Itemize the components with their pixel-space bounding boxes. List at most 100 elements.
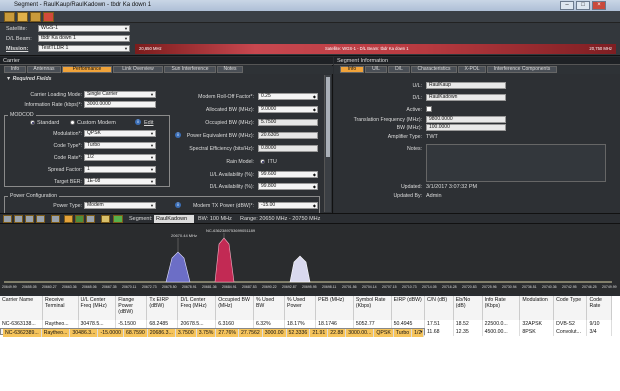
column-header[interactable]: Info Rate (Kbps)	[482, 296, 521, 320]
column-header[interactable]: Eb/No (dB)	[453, 296, 483, 320]
tab-link-overview[interactable]: Link Overview	[113, 66, 163, 73]
zoom-out-icon[interactable]	[14, 215, 23, 223]
carrier-peak-1[interactable]	[165, 251, 191, 283]
settings-icon[interactable]	[51, 215, 60, 223]
peak-label-2: NC-6362389753699051189	[206, 228, 256, 233]
bw-value: 100.0000	[426, 124, 506, 131]
bw-label: BW (MHz):	[396, 125, 422, 131]
column-header[interactable]: Occupied BW (MHz)	[215, 296, 254, 320]
satellite-select[interactable]: WGS-1	[38, 25, 130, 32]
frequency-tick-label: 20681.36	[202, 285, 217, 289]
reset-icon[interactable]	[36, 215, 45, 223]
table-cell: 68.2485	[146, 320, 179, 328]
segment-select[interactable]: RaulKadown	[154, 215, 194, 223]
tab-sun-interference[interactable]: Sun Interference	[164, 66, 216, 73]
tab-performance[interactable]: Performance	[62, 66, 112, 73]
maximize-button[interactable]: □	[576, 1, 590, 10]
allocated-bw-input[interactable]: 9.0000	[258, 106, 318, 113]
table-cell: 32APSK	[519, 320, 555, 328]
zoom-in-icon[interactable]	[3, 215, 12, 223]
band-right-label: 20,750 MHz	[589, 46, 612, 51]
table-cell: 3.75%	[196, 329, 217, 337]
marker-icon[interactable]	[101, 215, 110, 223]
allocated-bw-label: Allocated BW (MHz):	[205, 107, 254, 113]
column-header[interactable]: Modulation	[519, 296, 555, 320]
column-header[interactable]: Flange Power (dBW)	[115, 296, 148, 320]
carrier-peak-3[interactable]	[289, 255, 311, 283]
ul-value: RaulKaup	[426, 82, 506, 89]
frequency-tick-label: 20710.73	[402, 285, 417, 289]
table-cell: NC-6362389...	[3, 329, 42, 337]
dl-beam-select[interactable]: tbdr Ka down 1	[38, 35, 130, 42]
column-header[interactable]: Tx EIRP (dBW)	[146, 296, 179, 320]
tab-dl[interactable]: D/L	[388, 66, 410, 73]
pan-icon[interactable]	[25, 215, 34, 223]
column-header[interactable]: Symbol Rate (Kbps)	[353, 296, 392, 320]
column-header[interactable]: % Used BW	[253, 296, 286, 320]
save-icon[interactable]	[17, 12, 28, 22]
info-rate-label: Information Rate (kbps)*:	[24, 102, 82, 108]
tab-characteristics[interactable]: Characteristics	[411, 66, 457, 73]
column-header[interactable]: PEB (MHz)	[315, 296, 354, 320]
column-header[interactable]: Code Type	[553, 296, 588, 320]
notes-textarea[interactable]	[426, 144, 606, 182]
new-icon[interactable]	[4, 12, 15, 22]
table-cell: -5.1500	[115, 320, 148, 328]
info-rate-input[interactable]: 3000.0000	[84, 101, 156, 108]
spread-factor-select[interactable]: 1	[84, 166, 156, 173]
code-type-select[interactable]: Turbo	[84, 142, 156, 149]
column-header[interactable]: % Used Power	[284, 296, 317, 320]
tab-antennas[interactable]: Antennas	[27, 66, 61, 73]
table-cell: 12.35	[453, 328, 483, 336]
ul-availability-input[interactable]: 99.600	[258, 171, 318, 178]
mission-label: Mission:	[6, 46, 29, 52]
segment-info-panel: Segment Information Info U/L D/L Charact…	[334, 57, 620, 213]
tab-interference-components[interactable]: Interference Components	[487, 66, 557, 73]
power-type-select[interactable]: Modem	[84, 202, 156, 209]
frequency-tick-label: 20707.15	[382, 285, 397, 289]
export-image-icon[interactable]	[113, 215, 123, 223]
table-cell: -15.0000	[97, 329, 124, 337]
table-cell: 3000.00...	[345, 329, 375, 337]
carrier-scrollbar[interactable]	[324, 75, 331, 212]
export-icon[interactable]	[30, 12, 41, 22]
minimize-button[interactable]: –	[560, 1, 574, 10]
rolloff-input[interactable]: 0.25	[258, 93, 318, 100]
loading-mode-select[interactable]: Single Carrier	[84, 91, 156, 98]
column-header[interactable]: C/N (dB)	[424, 296, 454, 320]
column-header[interactable]: D/L Center Freq (MHz)	[177, 296, 217, 320]
itu-radio[interactable]	[260, 159, 265, 164]
table-row[interactable]: NC-6362389... Raytheo... 30486.3... -15.000…	[0, 328, 426, 337]
table-row[interactable]: NC-6363138... Raytheo... 30478.5... -5.1500…	[0, 320, 612, 328]
highlight-icon[interactable]	[64, 215, 73, 223]
active-checkbox[interactable]	[426, 106, 432, 112]
table-cell: 4500.00...	[482, 328, 521, 336]
grid-icon[interactable]	[75, 215, 84, 223]
frequency-tick-label: 20730.94	[502, 285, 517, 289]
custom-modem-radio[interactable]	[70, 120, 75, 125]
tab-notes[interactable]: Notes	[217, 66, 243, 73]
column-header[interactable]: U/L Center Freq (MHz)	[78, 296, 117, 320]
carrier-peak-2[interactable]	[214, 237, 235, 283]
tab-ul[interactable]: U/L	[365, 66, 387, 73]
modem-tx-input[interactable]: -15.00	[258, 202, 318, 209]
tab-info[interactable]: Info	[4, 66, 26, 73]
print-icon[interactable]	[86, 215, 95, 223]
mission-select[interactable]: TestTLDR 1	[38, 45, 130, 52]
code-rate-select[interactable]: 1/2	[84, 154, 156, 161]
column-header[interactable]: Receive Terminal	[42, 296, 79, 320]
frequency-tick-label: 20675.50	[162, 285, 177, 289]
dl-availability-input[interactable]: 99.800	[258, 183, 318, 190]
edit-link[interactable]: Edit	[144, 120, 153, 126]
target-ber-select[interactable]: 1E-08	[84, 178, 156, 185]
modulation-select[interactable]: QPSK	[84, 130, 156, 137]
delete-icon[interactable]	[43, 12, 54, 22]
frequency-tick-label: 20660.27	[42, 285, 57, 289]
tab-info[interactable]: Info	[340, 66, 364, 73]
tab-xpol[interactable]: X-POL	[458, 66, 486, 73]
close-button[interactable]: ×	[592, 1, 606, 10]
column-header[interactable]: EIRP (dBW)	[391, 296, 425, 320]
column-header[interactable]: Carrier Name	[0, 296, 43, 320]
column-header[interactable]: Code Rate	[586, 296, 612, 320]
standard-radio[interactable]	[30, 120, 35, 125]
